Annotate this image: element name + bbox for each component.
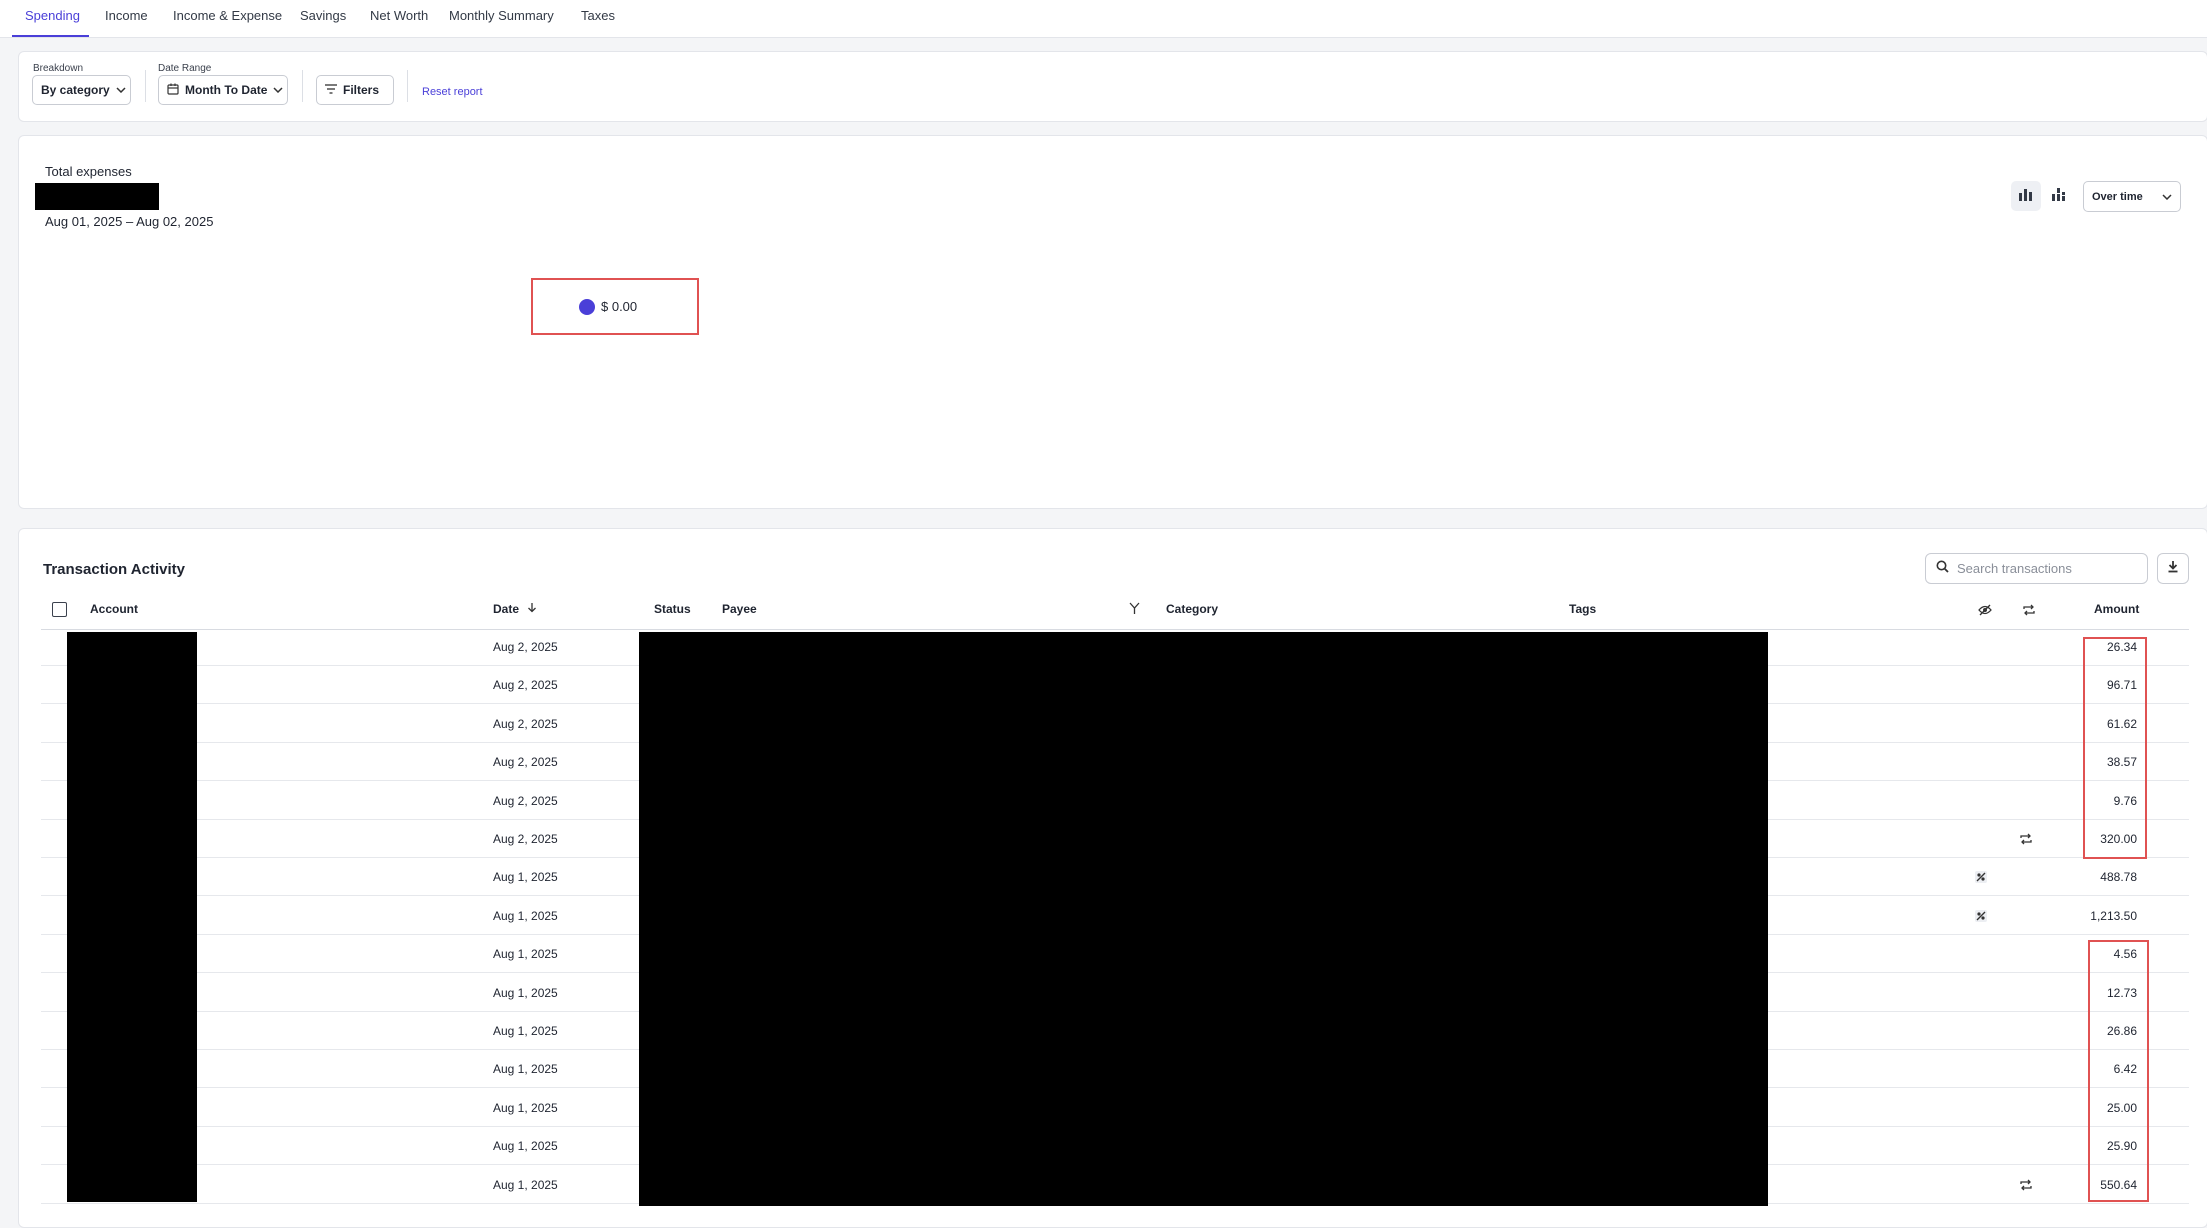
report-tabs: Spending Income Income & Expense Savings… <box>0 0 2207 38</box>
tab-income[interactable]: Income <box>105 0 148 38</box>
legend-dot <box>579 298 595 315</box>
divider <box>302 70 303 102</box>
date-range-value: Month To Date <box>185 83 268 97</box>
filters-button[interactable]: Filters <box>316 75 394 105</box>
column-header-payee[interactable]: Payee <box>722 602 757 616</box>
select-all-checkbox[interactable] <box>52 602 67 617</box>
transaction-date: Aug 1, 2025 <box>493 1062 558 1077</box>
column-header-status[interactable]: Status <box>654 602 691 616</box>
sort-down-arrow-icon <box>527 602 537 616</box>
transaction-date: Aug 1, 2025 <box>493 1024 558 1038</box>
transaction-amount: 9.76 <box>2113 793 2137 808</box>
column-header-tags[interactable]: Tags <box>1569 602 1596 616</box>
transaction-date: Aug 2, 2025 <box>493 716 558 731</box>
view-mode-select[interactable]: Over time <box>2083 181 2181 212</box>
tab-taxes[interactable]: Taxes <box>581 0 615 38</box>
transaction-amount: 1,213.50 <box>2090 908 2137 923</box>
calendar-icon <box>167 83 179 98</box>
recurring-icon[interactable] <box>2017 1176 2035 1194</box>
transaction-activity-title: Transaction Activity <box>43 561 185 578</box>
merge-payee-icon[interactable] <box>1128 602 1141 620</box>
transaction-date: Aug 1, 2025 <box>493 870 558 885</box>
transaction-amount: 4.56 <box>2113 947 2137 962</box>
divider <box>145 70 146 102</box>
transaction-date: Aug 1, 2025 <box>493 947 558 962</box>
chevron-down-icon <box>273 84 283 96</box>
breakdown-select[interactable]: By category <box>32 75 131 105</box>
filters-label: Filters <box>343 83 380 97</box>
transaction-amount: 320.00 <box>2100 832 2137 846</box>
transaction-date: Aug 2, 2025 <box>493 678 558 693</box>
tab-monthly-summary[interactable]: Monthly Summary <box>449 0 554 38</box>
recurring-icon[interactable] <box>2017 830 2035 848</box>
transaction-amount: 26.34 <box>2106 640 2137 654</box>
transaction-date: Aug 1, 2025 <box>493 1100 558 1115</box>
report-controls: Breakdown By category Date Range Month T… <box>18 51 2207 122</box>
chevron-down-icon <box>2162 191 2172 203</box>
search-input[interactable] <box>1957 561 2127 576</box>
column-header-amount[interactable]: Amount <box>2094 602 2139 616</box>
split-icon[interactable] <box>1972 907 1990 925</box>
transaction-date: Aug 1, 2025 <box>493 1177 558 1192</box>
download-button[interactable] <box>2157 553 2189 584</box>
transaction-amount: 12.73 <box>2106 985 2137 1000</box>
active-tab-indicator <box>12 35 89 37</box>
tab-savings[interactable]: Savings <box>300 0 346 38</box>
redacted-payee-category-tags <box>639 632 1768 1206</box>
redacted-total-amount <box>35 183 159 210</box>
tab-net-worth[interactable]: Net Worth <box>370 0 428 38</box>
search-box <box>1925 553 2148 584</box>
bar-chart-view-button[interactable] <box>2011 181 2041 211</box>
download-icon <box>2167 560 2179 578</box>
date-range-label: Date Range <box>158 63 212 74</box>
transaction-amount: 61.62 <box>2106 716 2137 731</box>
transaction-amount: 550.64 <box>2100 1177 2137 1192</box>
chevron-down-icon <box>116 84 126 96</box>
reset-report-link[interactable]: Reset report <box>422 86 483 98</box>
date-range-select[interactable]: Month To Date <box>158 75 288 105</box>
transaction-date: Aug 1, 2025 <box>493 908 558 923</box>
stacked-bar-view-button[interactable] <box>2044 181 2074 211</box>
divider <box>407 70 408 102</box>
transaction-amount: 488.78 <box>2100 870 2137 885</box>
breakdown-label: Breakdown <box>33 63 84 74</box>
bar-chart-icon <box>2018 187 2034 206</box>
transaction-amount: 38.57 <box>2106 755 2137 770</box>
total-expenses-label: Total expenses <box>45 164 132 179</box>
stacked-bar-chart-icon <box>2051 187 2067 206</box>
breakdown-value: By category <box>41 83 110 97</box>
transaction-amount: 96.71 <box>2106 678 2137 693</box>
spending-summary-card: Total expenses Aug 01, 2025 – Aug 02, 20… <box>18 135 2207 509</box>
transaction-amount: 25.00 <box>2106 1100 2137 1115</box>
column-header-date[interactable]: Date <box>493 602 537 616</box>
transaction-date: Aug 2, 2025 <box>493 793 558 808</box>
transaction-amount: 6.42 <box>2113 1062 2137 1077</box>
filter-icon <box>325 83 337 97</box>
date-header-label: Date <box>493 602 520 616</box>
column-header-account[interactable]: Account <box>90 602 138 616</box>
transaction-date: Aug 1, 2025 <box>493 1139 558 1154</box>
view-mode-value: Over time <box>2092 190 2143 203</box>
transaction-date: Aug 2, 2025 <box>493 640 558 654</box>
summary-date-range: Aug 01, 2025 – Aug 02, 2025 <box>45 214 214 229</box>
tab-income-expense[interactable]: Income & Expense <box>173 0 282 38</box>
transaction-activity-card: Transaction Activity Account Date Status… <box>18 528 2207 1228</box>
transaction-amount: 26.86 <box>2106 1024 2137 1038</box>
hidden-eye-icon[interactable] <box>1978 603 1992 621</box>
transaction-date: Aug 1, 2025 <box>493 985 558 1000</box>
search-icon <box>1936 560 1949 578</box>
recurring-icon[interactable] <box>2022 603 2036 621</box>
tab-spending[interactable]: Spending <box>25 0 80 38</box>
transaction-amount: 25.90 <box>2106 1139 2137 1154</box>
chart-legend-highlight: $ 0.00 <box>531 278 699 335</box>
transaction-date: Aug 2, 2025 <box>493 832 558 846</box>
column-header-category[interactable]: Category <box>1166 602 1218 616</box>
legend-value: $ 0.00 <box>601 299 638 314</box>
redacted-account-column <box>67 632 197 1202</box>
transaction-date: Aug 2, 2025 <box>493 755 558 770</box>
split-icon[interactable] <box>1972 868 1990 886</box>
